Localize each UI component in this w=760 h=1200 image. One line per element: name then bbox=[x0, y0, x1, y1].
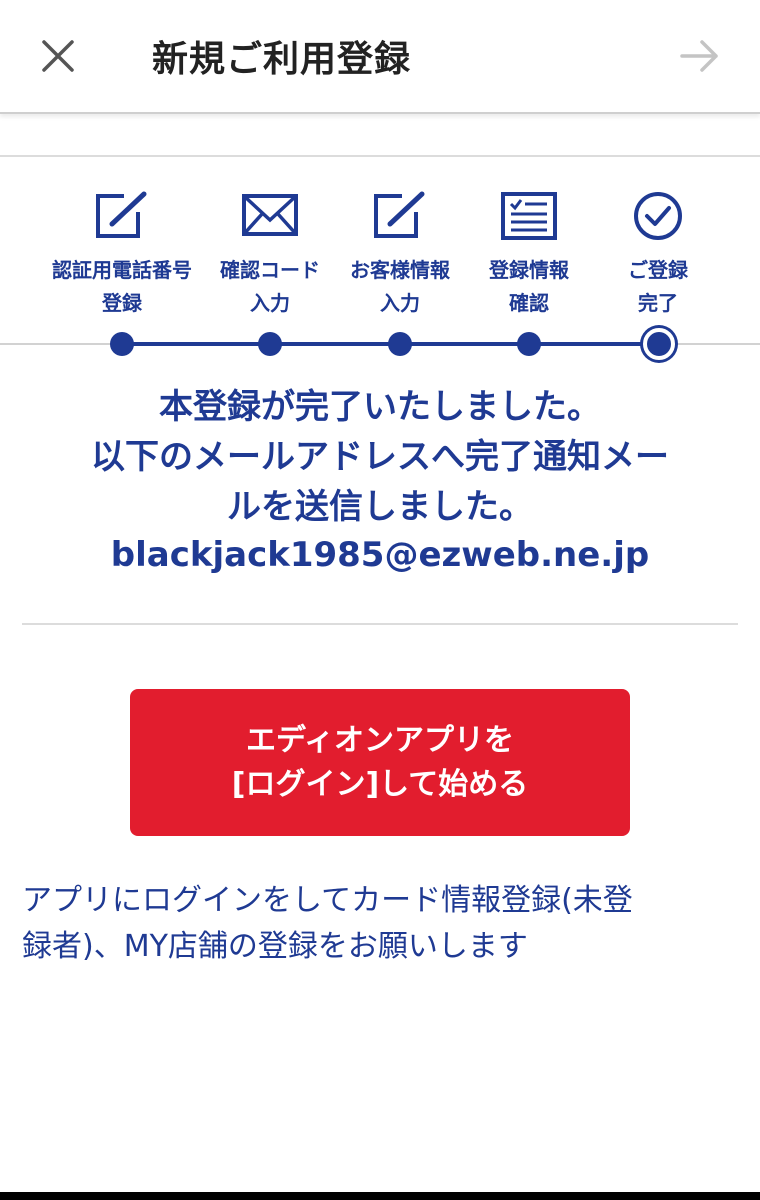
edit-icon bbox=[374, 191, 425, 238]
step-label: ご登録 完了 bbox=[628, 258, 688, 315]
start-app-login-button[interactable]: エディオンアプリを [ログイン]して始める bbox=[130, 689, 630, 836]
page-title: 新規ご利用登録 bbox=[152, 39, 412, 80]
completion-message: 本登録が完了いたしました。 以下のメールアドレスへ完了通知メー ルを送信しました… bbox=[91, 387, 669, 527]
arrow-right-icon[interactable] bbox=[678, 36, 722, 76]
divider bbox=[0, 155, 760, 157]
mail-icon bbox=[242, 194, 298, 236]
form-icon bbox=[501, 192, 557, 240]
step-dot bbox=[517, 332, 541, 356]
email-address: blackjack1985@ezweb.ne.jp bbox=[110, 535, 650, 575]
step-dot bbox=[388, 332, 412, 356]
check-circle-icon bbox=[634, 192, 682, 240]
button-label-line: [ログイン]して始める bbox=[231, 766, 529, 802]
button-label-line: エディオンアプリを bbox=[246, 722, 514, 758]
step-dot bbox=[110, 332, 134, 356]
close-icon[interactable] bbox=[38, 36, 78, 76]
divider bbox=[22, 623, 738, 625]
step-dot-current bbox=[643, 328, 675, 360]
step-dot bbox=[258, 332, 282, 356]
edit-icon bbox=[96, 191, 147, 238]
step-label: 認証用電話番号 登録 bbox=[52, 258, 192, 315]
app-bar: 新規ご利用登録 bbox=[0, 0, 760, 114]
system-bottom-bar bbox=[0, 1192, 760, 1200]
instruction-note: アプリにログインをしてカード情報登録(未登 録者)、MY店舗の登録をお願いします bbox=[22, 883, 633, 964]
